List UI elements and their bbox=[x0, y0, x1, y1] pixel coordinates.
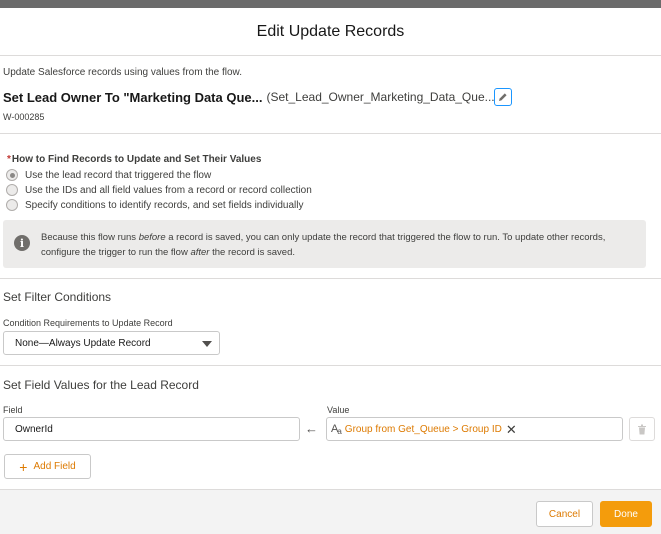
modal-footer: Cancel Done bbox=[0, 489, 661, 534]
section-divider bbox=[0, 365, 661, 366]
radio-button-checked[interactable] bbox=[6, 169, 18, 181]
condition-requirements-select[interactable]: None—Always Update Record bbox=[3, 331, 220, 355]
info-text: Because this flow runs before a record i… bbox=[41, 232, 606, 258]
radio-option-triggered-record[interactable]: Use the lead record that triggered the f… bbox=[6, 168, 211, 182]
info-icon: i bbox=[14, 235, 30, 251]
modal-title: Edit Update Records bbox=[256, 22, 405, 40]
radio-label: Specify conditions to identify records, … bbox=[25, 199, 304, 211]
modal-description: Update Salesforce records using values f… bbox=[3, 67, 243, 78]
element-label: Set Lead Owner To "Marketing Data Que... bbox=[3, 89, 263, 105]
radio-label: Use the IDs and all field values from a … bbox=[25, 184, 312, 196]
condition-requirements-label: Condition Requirements to Update Record bbox=[3, 318, 173, 328]
plus-icon: + bbox=[19, 458, 28, 475]
radio-button[interactable] bbox=[6, 199, 18, 211]
modal-backdrop-bar bbox=[0, 0, 661, 8]
info-callout: i Because this flow runs before a record… bbox=[3, 220, 646, 268]
field-input[interactable]: OwnerId bbox=[3, 417, 300, 441]
field-column-label: Field bbox=[3, 405, 23, 415]
how-to-find-label: *How to Find Records to Update and Set T… bbox=[7, 154, 262, 165]
section-divider bbox=[0, 133, 661, 134]
radio-option-record-ids[interactable]: Use the IDs and all field values from a … bbox=[6, 183, 312, 197]
pencil-icon bbox=[499, 93, 507, 101]
chevron-down-icon bbox=[202, 341, 212, 347]
trash-icon bbox=[638, 424, 646, 434]
cancel-button[interactable]: Cancel bbox=[536, 501, 593, 527]
element-id: W-000285 bbox=[3, 112, 45, 122]
delete-row-button[interactable] bbox=[629, 417, 655, 441]
element-title: Set Lead Owner To "Marketing Data Que...… bbox=[3, 88, 523, 106]
value-column-label: Value bbox=[327, 405, 350, 415]
radio-label: Use the lead record that triggered the f… bbox=[25, 169, 212, 181]
close-icon[interactable]: ✕ bbox=[506, 423, 517, 436]
radio-button[interactable] bbox=[6, 184, 18, 196]
text-resource-icon: Aa bbox=[331, 422, 342, 436]
field-values-section-title: Set Field Values for the Lead Record bbox=[3, 378, 199, 392]
left-arrow-icon: ← bbox=[305, 421, 318, 436]
value-input[interactable]: Aa Group from Get_Queue > Group ID ✕ bbox=[326, 417, 623, 441]
select-value: None—Always Update Record bbox=[15, 337, 151, 349]
filter-section-title: Set Filter Conditions bbox=[3, 290, 112, 304]
section-divider bbox=[0, 278, 661, 279]
element-api-name: (Set_Lead_Owner_Marketing_Data_Que... bbox=[266, 90, 495, 104]
add-field-button[interactable]: + Add Field bbox=[4, 454, 91, 479]
required-marker: * bbox=[7, 154, 11, 165]
modal-header: Edit Update Records bbox=[0, 8, 661, 56]
add-field-label: Add Field bbox=[33, 461, 76, 472]
radio-option-specify-conditions[interactable]: Specify conditions to identify records, … bbox=[6, 198, 303, 212]
value-resource-pill: Group from Get_Queue > Group ID bbox=[344, 423, 502, 435]
field-input-value: OwnerId bbox=[15, 423, 53, 435]
edit-element-button[interactable] bbox=[494, 88, 512, 106]
done-button[interactable]: Done bbox=[600, 501, 652, 527]
